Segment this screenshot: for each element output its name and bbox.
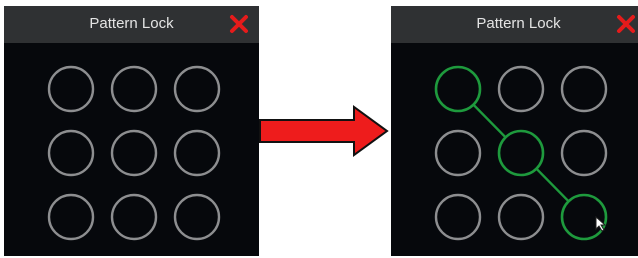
pattern-dot-5[interactable] bbox=[110, 129, 158, 177]
right-arrow-icon bbox=[259, 105, 389, 157]
pattern-dot-7[interactable] bbox=[47, 193, 95, 241]
pattern-dot-3[interactable] bbox=[560, 65, 608, 113]
pattern-dot-9[interactable] bbox=[173, 193, 221, 241]
pattern-dot-7[interactable] bbox=[434, 193, 482, 241]
pattern-lock-dialog-before: Pattern Lock bbox=[4, 6, 259, 256]
pattern-connection-line bbox=[472, 103, 507, 139]
pattern-dot-6[interactable] bbox=[173, 129, 221, 177]
pattern-dot-3[interactable] bbox=[173, 65, 221, 113]
pattern-dot-5[interactable] bbox=[497, 129, 545, 177]
pattern-dot-8[interactable] bbox=[110, 193, 158, 241]
pattern-dot-2[interactable] bbox=[497, 65, 545, 113]
mouse-pointer-icon bbox=[595, 215, 607, 232]
pattern-dot-1[interactable] bbox=[47, 65, 95, 113]
pattern-dot-4[interactable] bbox=[47, 129, 95, 177]
pattern-grid[interactable] bbox=[4, 6, 259, 256]
pattern-dot-6[interactable] bbox=[560, 129, 608, 177]
pattern-dot-4[interactable] bbox=[434, 129, 482, 177]
pattern-dot-8[interactable] bbox=[497, 193, 545, 241]
pattern-connection-line bbox=[535, 167, 570, 203]
pattern-dot-2[interactable] bbox=[110, 65, 158, 113]
pattern-dot-1[interactable] bbox=[434, 65, 482, 113]
